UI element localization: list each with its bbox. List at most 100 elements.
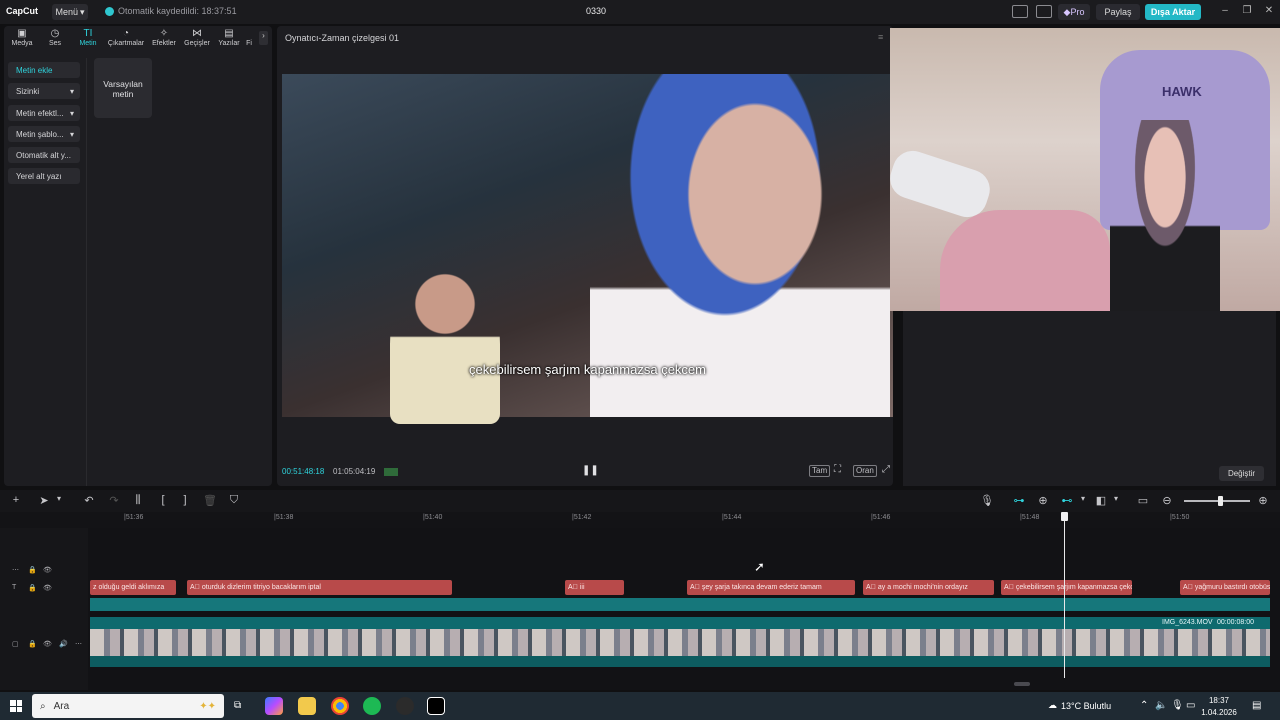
weather-text: 13°C Bulutlu [1061,700,1112,711]
eye-icon[interactable]: 👁 [43,566,52,574]
playhead-handle[interactable] [1061,512,1068,521]
tab-filters[interactable]: Fi [241,28,257,50]
tab-media[interactable]: ▣ Medya [5,28,39,50]
export-button[interactable]: Dışa Aktar [1145,4,1201,20]
volume-icon[interactable]: 🔊 [59,640,68,648]
lock-icon[interactable]: 🔒 [28,566,37,574]
file-explorer-icon[interactable] [298,697,316,715]
snap-icon[interactable]: ⊕ [1036,494,1050,507]
zoom-slider[interactable] [1184,500,1250,502]
text-clip[interactable]: A⃞ iii [565,580,624,595]
clip-filename: IMG_6243.MOV [1162,619,1213,626]
text-clip[interactable]: A⃞ ay a mochi mochi'nin ordayız [863,580,994,595]
details-panel [903,311,1276,486]
lock-icon[interactable]: 🔒 [28,584,37,592]
player-menu-icon[interactable]: ≡ [878,32,883,42]
windows-start-icon[interactable] [10,700,22,712]
subtitle-icon[interactable]: ▭ [1136,494,1150,507]
project-title[interactable]: 0330 [576,6,616,16]
trim-right-icon[interactable]: ] [178,494,192,506]
side-menu-text-templates[interactable]: Metin şablo... ▾ [8,126,80,142]
more-icon[interactable]: ⋯ [75,640,82,648]
tab-text[interactable]: TI Metin [71,28,105,50]
share-button[interactable]: Paylaş [1096,4,1140,20]
tab-transitions[interactable]: ⋈ Geçişler [180,28,214,50]
pause-icon[interactable]: ❚❚ [582,465,599,476]
text-clip[interactable]: A⃞ yağmuru bastırdı otobüs [1180,580,1270,595]
tab-audio[interactable]: ◷ Ses [38,28,72,50]
chevron-right-icon[interactable]: › [259,31,268,45]
zoom-out-icon[interactable]: ⊖ [1160,494,1174,507]
taskbar-search[interactable]: ⌕ Ara ✦✦ [32,694,224,718]
shield-icon[interactable]: ⛉ [227,494,241,507]
default-text-preset[interactable]: Varsayılan metin [94,58,152,118]
crop-icon[interactable]: ⛶ [834,464,841,475]
pro-button[interactable]: ◆ Pro [1058,4,1090,20]
text-clip[interactable]: A⃞ şey şarja takınca devam ederiz tamam [687,580,855,595]
tab-label: Ses [48,40,62,47]
undo-icon[interactable]: ↶ [82,494,96,507]
chair-logo: HAWK [1162,84,1202,99]
shortcuts-icon[interactable] [1036,5,1052,18]
chrome-icon[interactable] [331,697,349,715]
capcut-taskbar-icon[interactable] [427,697,445,715]
delete-icon[interactable]: 🗑 [203,494,217,507]
task-view-icon[interactable]: ⧉ [234,700,241,711]
preview-axis-icon[interactable]: ◧ [1094,494,1108,507]
chevron-up-icon[interactable]: ⌃ [1140,700,1148,711]
speaker-icon[interactable]: 🔈 [1155,700,1167,711]
eye-icon[interactable]: 👁 [43,584,52,592]
audio-strip[interactable] [90,598,1270,611]
eye-icon[interactable]: 👁 [43,640,52,648]
change-button[interactable]: Değiştir [1219,466,1264,481]
microphone-icon[interactable]: 🎙 [980,494,994,507]
lock-icon[interactable]: 🔒 [28,640,37,648]
tab-label: Metin [79,40,97,47]
weather-widget[interactable]: ☁ 13°C Bulutlu [1048,700,1111,711]
side-menu-add-text[interactable]: Metin ekle [8,62,80,78]
tab-stickers[interactable]: ◔ Çıkartmalar [104,28,148,50]
side-menu-text-effects[interactable]: Metin efektl... ▾ [8,105,80,121]
layout-icon[interactable] [1012,5,1028,18]
menu-button[interactable]: Menü ▾ [52,4,88,20]
microphone-tray-icon[interactable]: 🎙 [1171,700,1184,711]
timeline-scrollbar[interactable] [1014,682,1030,686]
timeline-ruler[interactable] [0,512,1280,528]
tab-effects[interactable]: ✧ Efektler [147,28,181,50]
main-track-magnet-icon[interactable]: ⊶ [1012,494,1026,507]
minimize-icon[interactable]: – [1218,5,1232,16]
track-type-icon: ⋯ [12,567,19,574]
link-icon[interactable]: ⊷ [1060,494,1074,507]
side-menu-local-captions[interactable]: Yerel alt yazı [8,168,80,184]
zoom-slider-handle[interactable] [1218,496,1223,506]
copilot-icon[interactable] [265,697,283,715]
obs-icon[interactable] [396,697,414,715]
chevron-down-icon[interactable]: ▾ [1109,494,1123,503]
spotify-icon[interactable] [363,697,381,715]
playhead[interactable] [1064,512,1065,678]
text-clip[interactable]: z olduğu geldi aklımıza [90,580,176,595]
ratio-button[interactable]: Oran [853,465,877,477]
trim-left-icon[interactable]: [ [156,494,170,506]
maximize-icon[interactable]: ❐ [1240,5,1254,16]
text-clip[interactable]: A⃞ çekebilirsem şarjım kapanmazsa çekce [1001,580,1132,595]
redo-icon[interactable]: ↷ [107,494,121,507]
text-clip[interactable]: A⃞ oturduk dizlerim titriyo bacaklarım i… [187,580,452,595]
search-placeholder: Ara [53,700,70,712]
app-logo: CapCut [6,6,38,16]
chevron-down-icon[interactable]: ▾ [52,494,66,503]
add-track-icon[interactable]: + [9,494,23,506]
select-tool-icon[interactable]: ➤ [37,494,51,507]
network-icon[interactable]: ▭ [1186,700,1195,711]
zoom-in-icon[interactable]: ⊕ [1256,494,1270,507]
chevron-down-icon[interactable]: ▾ [1076,494,1090,503]
close-icon[interactable]: ✕ [1262,5,1276,16]
side-menu-auto-captions[interactable]: Otomatik alt y... [8,147,80,163]
notification-icon[interactable]: ▤ [1252,700,1261,711]
side-menu-yours[interactable]: Sizinki ▾ [8,83,80,99]
taskbar-clock[interactable]: 18:37 1.04.2026 [1200,695,1238,719]
full-quality-button[interactable]: Tam [809,465,831,477]
split-icon[interactable]: ⫼ [131,494,145,507]
video-subtitle[interactable]: çekebilirsem şarjım kapanmazsa çekcem [282,362,893,377]
fullscreen-icon[interactable]: ⤢ [882,464,890,475]
